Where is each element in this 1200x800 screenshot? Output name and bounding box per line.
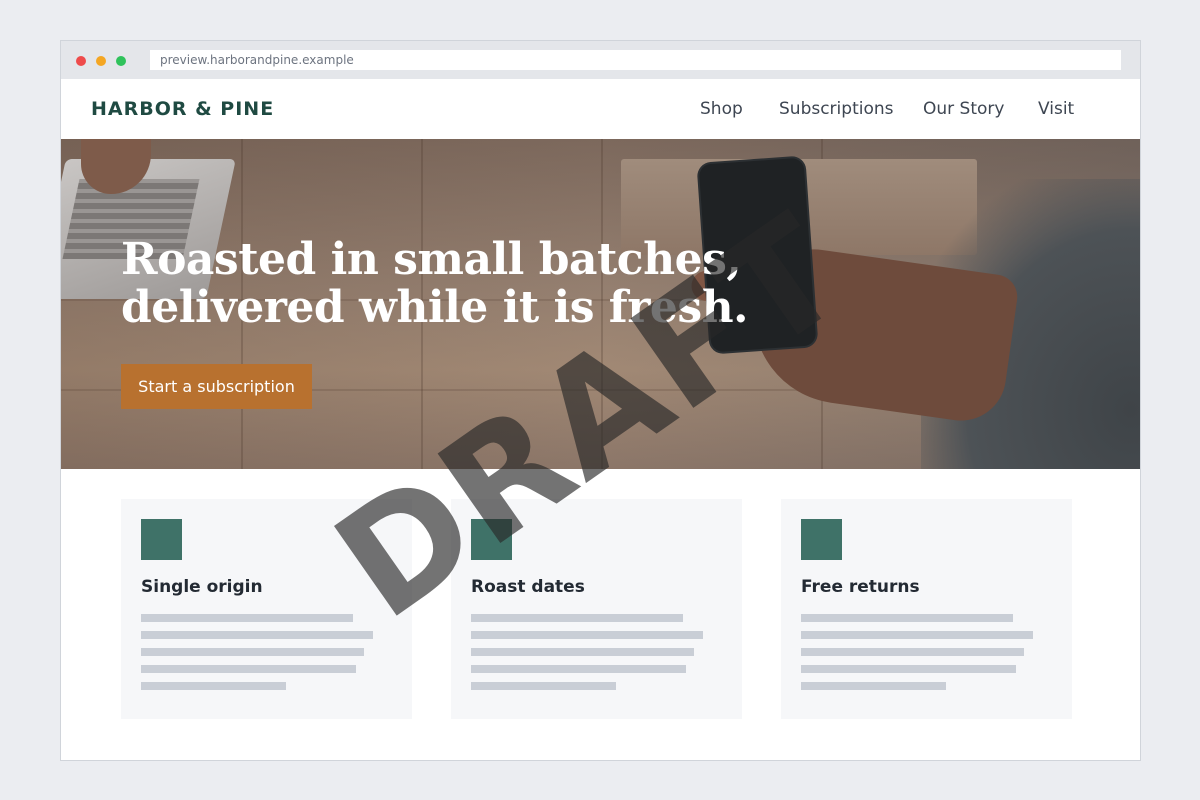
- start-subscription-button[interactable]: Start a subscription: [121, 364, 312, 409]
- maximize-window-button[interactable]: [116, 56, 126, 66]
- feature-title: Roast dates: [471, 577, 585, 597]
- placeholder-text-line: [141, 614, 353, 622]
- placeholder-text-line: [801, 614, 1013, 622]
- square-icon: [801, 519, 842, 560]
- hero-banner: Roasted in small batches, delivered whil…: [61, 139, 1140, 469]
- brand-logo[interactable]: HARBOR & PINE: [91, 79, 274, 139]
- placeholder-text-line: [141, 682, 286, 690]
- address-bar[interactable]: preview.harborandpine.example: [150, 50, 1121, 70]
- feature-card: Free returns: [781, 499, 1072, 719]
- feature-title: Free returns: [801, 577, 920, 597]
- placeholder-text-line: [471, 648, 694, 656]
- feature-title: Single origin: [141, 577, 263, 597]
- feature-card: Roast dates: [451, 499, 742, 719]
- placeholder-text-line: [141, 665, 356, 673]
- nav-our-story[interactable]: Our Story: [923, 79, 1004, 139]
- placeholder-text-line: [801, 631, 1033, 639]
- placeholder-text-line: [471, 665, 686, 673]
- placeholder-text-line: [471, 682, 616, 690]
- placeholder-text-line: [801, 665, 1016, 673]
- nav-subscriptions[interactable]: Subscriptions: [779, 79, 893, 139]
- site-header: HARBOR & PINE Shop Subscriptions Our Sto…: [61, 79, 1140, 139]
- placeholder-text-line: [801, 648, 1024, 656]
- minimize-window-button[interactable]: [96, 56, 106, 66]
- placeholder-text-line: [141, 648, 364, 656]
- feature-card: Single origin: [121, 499, 412, 719]
- browser-window: preview.harborandpine.example HARBOR & P…: [60, 40, 1141, 761]
- placeholder-text-line: [141, 631, 373, 639]
- placeholder-text-line: [471, 614, 683, 622]
- close-window-button[interactable]: [76, 56, 86, 66]
- nav-shop[interactable]: Shop: [700, 79, 743, 139]
- placeholder-text-line: [801, 682, 946, 690]
- placeholder-text-line: [471, 631, 703, 639]
- square-icon: [471, 519, 512, 560]
- square-icon: [141, 519, 182, 560]
- hero-headline: Roasted in small batches, delivered whil…: [121, 234, 748, 333]
- browser-toolbar: preview.harborandpine.example: [61, 41, 1140, 79]
- nav-visit[interactable]: Visit: [1038, 79, 1074, 139]
